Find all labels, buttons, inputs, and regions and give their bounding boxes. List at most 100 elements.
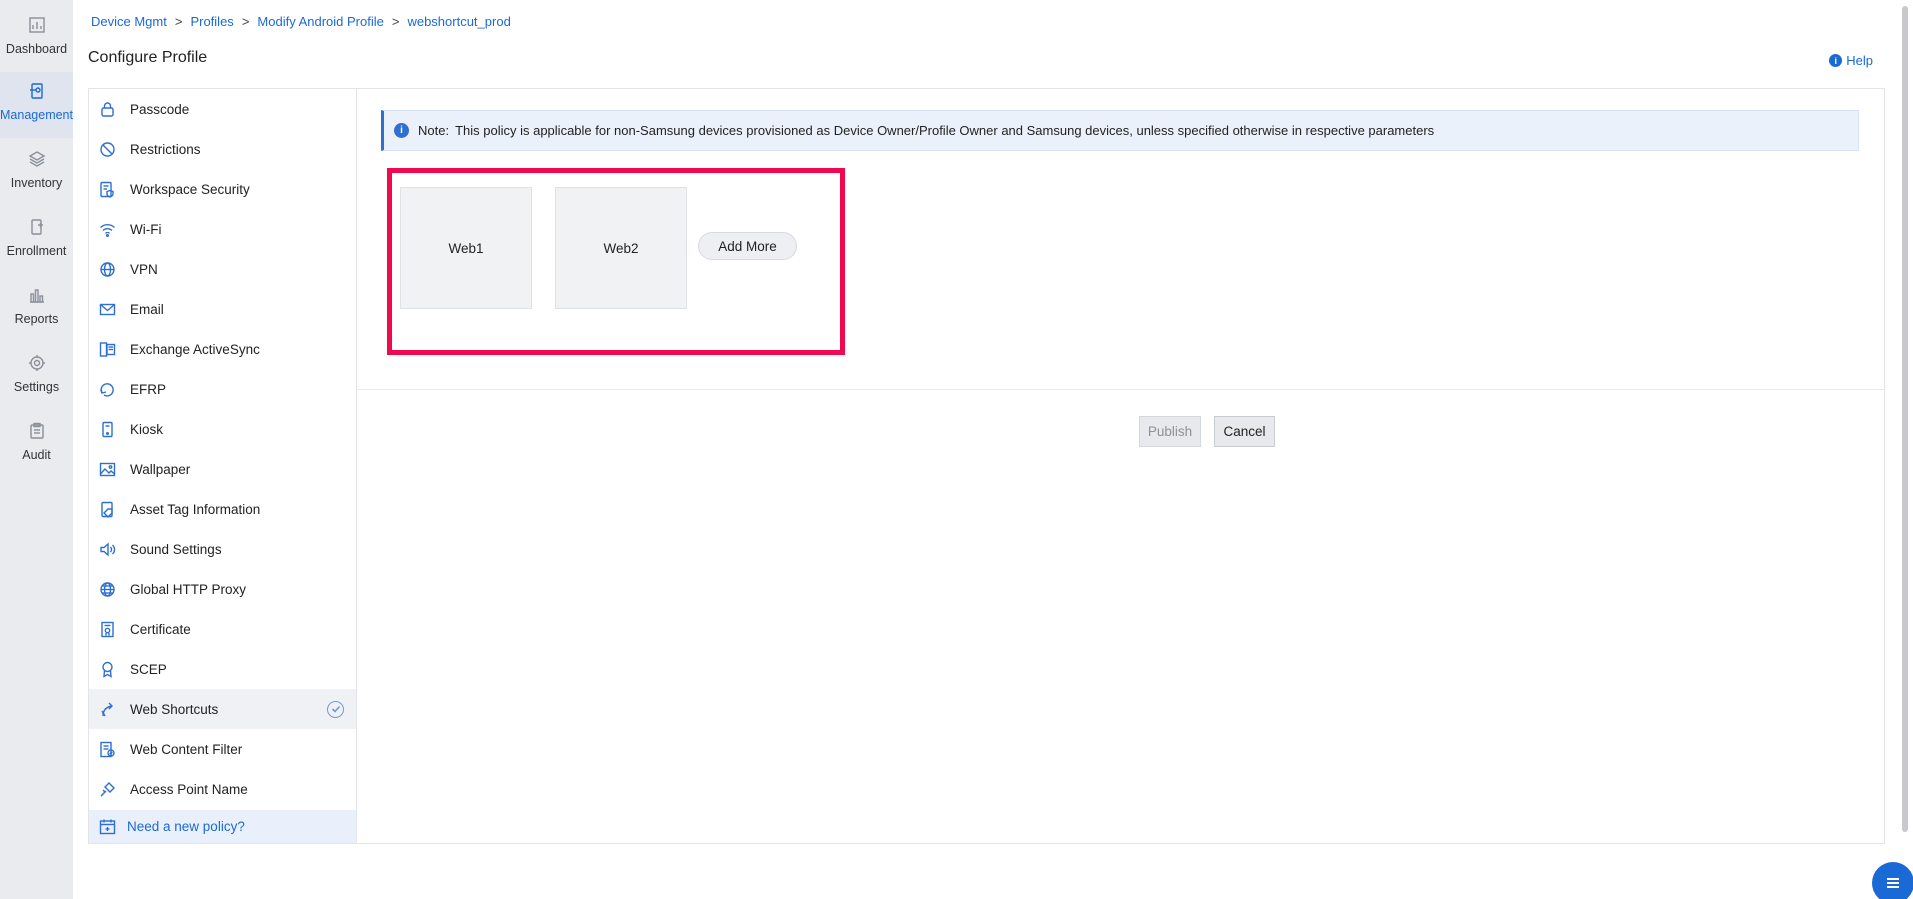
scrollbar[interactable] [1901, 0, 1911, 840]
publish-button[interactable]: Publish [1139, 416, 1201, 447]
breadcrumb-modify-android-profile[interactable]: Modify Android Profile [257, 14, 383, 29]
nav-dashboard[interactable]: Dashboard [0, 6, 73, 72]
web-shortcut-card[interactable]: Web1 [400, 187, 532, 309]
policy-item-global-http-proxy[interactable]: Global HTTP Proxy [89, 569, 356, 609]
policy-item-label: Wi-Fi [130, 221, 162, 237]
note-text: This policy is applicable for non-Samsun… [455, 123, 1435, 138]
nav-dashboard-label: Dashboard [5, 42, 68, 56]
nav-enrollment-label: Enrollment [6, 244, 67, 258]
kiosk-icon [99, 421, 116, 438]
nav-reports[interactable]: Reports [0, 276, 73, 342]
enrollment-icon [28, 218, 46, 236]
breadcrumb-device-mgmt[interactable]: Device Mgmt [91, 14, 167, 29]
scrollbar-thumb[interactable] [1902, 6, 1908, 832]
policy-item-certificate[interactable]: Certificate [89, 609, 356, 649]
wifi-icon [99, 221, 116, 238]
policy-item-label: Global HTTP Proxy [130, 581, 247, 597]
settings-icon [28, 354, 46, 372]
need-new-policy-link[interactable]: Need a new policy? [89, 810, 356, 843]
policy-item-web-shortcuts[interactable]: Web Shortcuts [89, 689, 356, 729]
policy-item-vpn[interactable]: VPN [89, 249, 356, 289]
policy-item-label: Asset Tag Information [130, 501, 261, 517]
policy-item-label: Kiosk [130, 421, 164, 437]
policy-item-label: Sound Settings [130, 541, 222, 557]
wallpaper-icon [99, 461, 116, 478]
app-navigation: Dashboard Management Inventory Enrollmen… [0, 0, 73, 899]
management-icon [28, 82, 46, 100]
access-point-icon [99, 781, 116, 798]
policy-item-wallpaper[interactable]: Wallpaper [89, 449, 356, 489]
menu-icon [1887, 878, 1899, 888]
policy-item-label: Web Content Filter [130, 741, 243, 757]
breadcrumb: Device Mgmt > Profiles > Modify Android … [91, 14, 511, 29]
breadcrumb-profile-name[interactable]: webshortcut_prod [407, 14, 510, 29]
scep-icon [99, 661, 116, 678]
policy-item-sound-settings[interactable]: Sound Settings [89, 529, 356, 569]
policy-item-label: Access Point Name [130, 781, 248, 797]
policy-item-label: Restrictions [130, 141, 201, 157]
need-new-policy-label: Need a new policy? [127, 819, 245, 834]
configured-check-icon [327, 700, 344, 718]
nav-settings[interactable]: Settings [0, 344, 73, 410]
policy-list: Passcode Restrictions Workspace Security… [89, 89, 357, 843]
help-info-icon: i [1829, 54, 1843, 67]
policy-item-label: SCEP [130, 661, 167, 677]
note-label: Note: [418, 123, 450, 138]
info-icon: i [394, 123, 409, 138]
web-filter-icon [99, 741, 116, 758]
nav-inventory[interactable]: Inventory [0, 140, 73, 206]
policy-item-workspace-security[interactable]: Workspace Security [89, 169, 356, 209]
nav-inventory-label: Inventory [10, 176, 63, 190]
policy-item-label: Passcode [130, 101, 190, 117]
policy-item-asset-tag[interactable]: Asset Tag Information [89, 489, 356, 529]
policy-item-wifi[interactable]: Wi-Fi [89, 209, 356, 249]
proxy-globe-icon [99, 581, 116, 598]
exchange-icon [99, 341, 116, 358]
restriction-icon [99, 141, 116, 158]
calendar-icon [99, 818, 116, 835]
nav-audit-label: Audit [22, 448, 51, 462]
policy-item-exchange-activesync[interactable]: Exchange ActiveSync [89, 329, 356, 369]
menu-fab-button[interactable] [1872, 862, 1913, 899]
policy-item-label: Certificate [130, 621, 191, 637]
policy-item-restrictions[interactable]: Restrictions [89, 129, 356, 169]
policy-item-label: Email [130, 301, 164, 317]
policy-item-label: Exchange ActiveSync [130, 341, 260, 357]
policy-content: i Note: This policy is applicable for no… [357, 89, 1884, 843]
policy-item-efrp[interactable]: EFRP [89, 369, 356, 409]
nav-reports-label: Reports [14, 312, 59, 326]
divider [357, 389, 1884, 390]
policy-item-label: EFRP [130, 381, 167, 397]
nav-enrollment[interactable]: Enrollment [0, 208, 73, 274]
nav-audit[interactable]: Audit [0, 412, 73, 478]
breadcrumb-profiles[interactable]: Profiles [190, 14, 233, 29]
policy-item-label: Wallpaper [130, 461, 191, 477]
audit-icon [28, 422, 46, 440]
page-title: Configure Profile [88, 49, 208, 66]
policy-item-kiosk[interactable]: Kiosk [89, 409, 356, 449]
nav-settings-label: Settings [13, 380, 60, 394]
vpn-globe-icon [99, 261, 116, 278]
configure-profile-panel: Passcode Restrictions Workspace Security… [88, 88, 1885, 844]
policy-item-web-content-filter[interactable]: Web Content Filter [89, 729, 356, 769]
policy-item-email[interactable]: Email [89, 289, 356, 329]
breadcrumb-separator: > [241, 14, 250, 29]
help-link[interactable]: i Help [1829, 53, 1873, 68]
nav-management-label: Management [0, 108, 73, 122]
lock-icon [99, 101, 116, 118]
policy-item-access-point-name[interactable]: Access Point Name [89, 769, 356, 809]
add-more-button[interactable]: Add More [698, 232, 797, 260]
policy-item-label: Workspace Security [130, 181, 250, 197]
sound-icon [99, 541, 116, 558]
policy-item-scep[interactable]: SCEP [89, 649, 356, 689]
policy-item-label: Web Shortcuts [130, 701, 219, 717]
nav-management[interactable]: Management [0, 72, 73, 138]
breadcrumb-separator: > [174, 14, 183, 29]
cancel-button[interactable]: Cancel [1214, 416, 1275, 447]
certificate-icon [99, 621, 116, 638]
policy-note: i Note: This policy is applicable for no… [381, 110, 1859, 151]
email-icon [99, 301, 116, 318]
policy-item-passcode[interactable]: Passcode [89, 89, 356, 129]
breadcrumb-separator: > [391, 14, 400, 29]
web-shortcut-card[interactable]: Web2 [555, 187, 687, 309]
